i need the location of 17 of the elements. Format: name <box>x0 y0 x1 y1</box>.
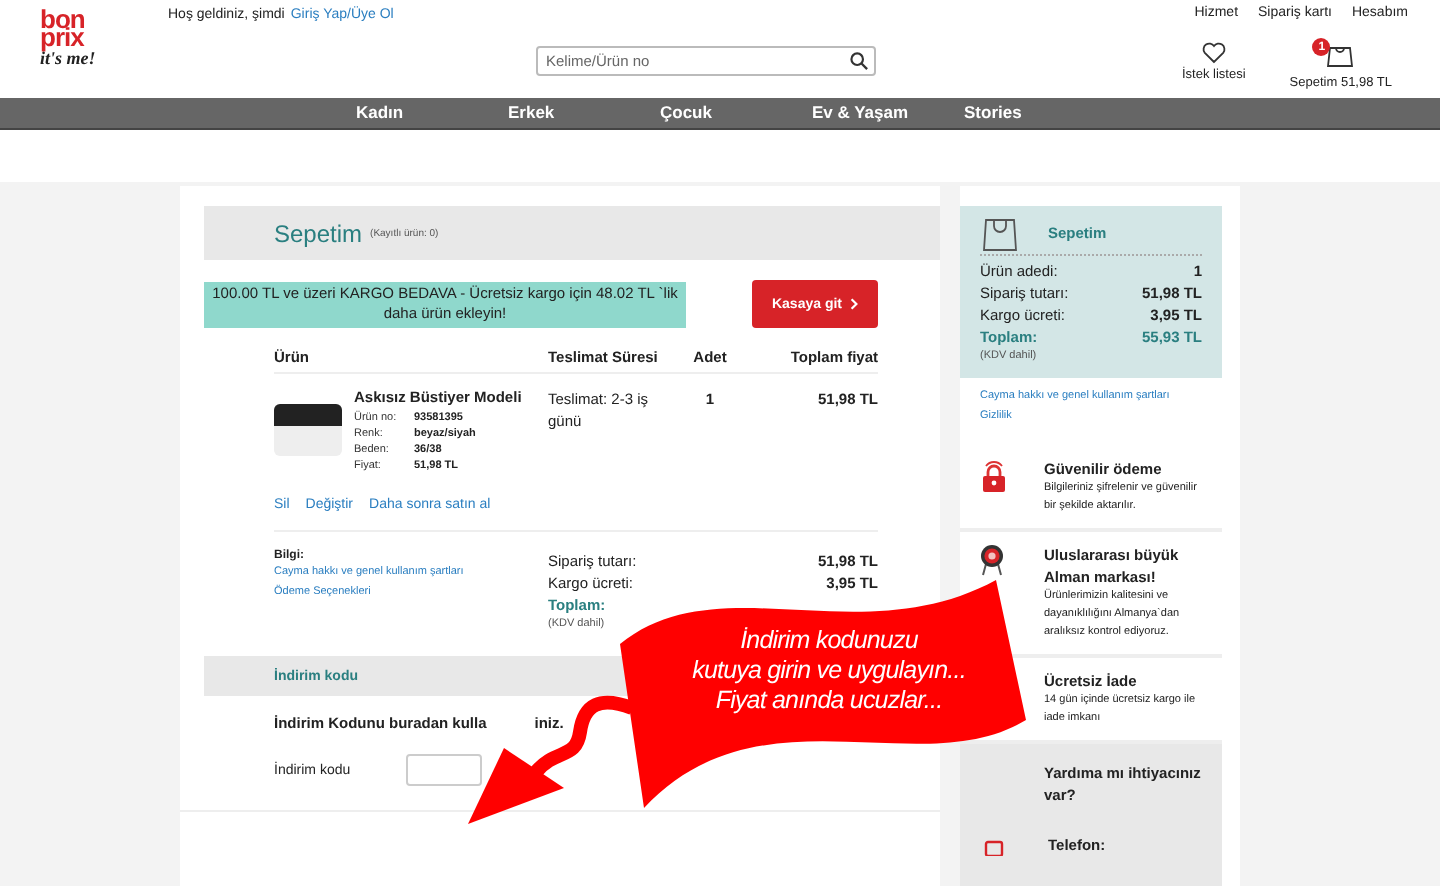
heart-icon[interactable] <box>1201 42 1226 64</box>
category-link[interactable]: Ev & Yaşam <box>812 98 964 128</box>
callout-text: İndirim kodunuzu kutuya girin ve uygulayın... Fiyat anında ucuzlar... <box>690 626 968 716</box>
category-link[interactable]: Kadın <box>356 98 508 128</box>
phone-icon <box>984 840 1004 856</box>
cart-title: Sepetim <box>274 219 363 247</box>
category-link[interactable]: Çocuk <box>660 98 812 128</box>
chevron-icon <box>850 298 859 310</box>
brand-logo[interactable]: bon prix it's me! <box>0 0 124 98</box>
padlock-icon <box>980 458 1008 494</box>
category-link[interactable]: Stories <box>964 98 1116 128</box>
product-image-placeholder <box>274 404 342 456</box>
discount-code-field[interactable] <box>406 754 483 786</box>
search-icon[interactable] <box>850 52 868 70</box>
rosette-icon <box>980 544 1004 576</box>
shopping-bag-icon[interactable] <box>1326 42 1355 68</box>
category-link[interactable]: Erkek <box>508 98 660 128</box>
